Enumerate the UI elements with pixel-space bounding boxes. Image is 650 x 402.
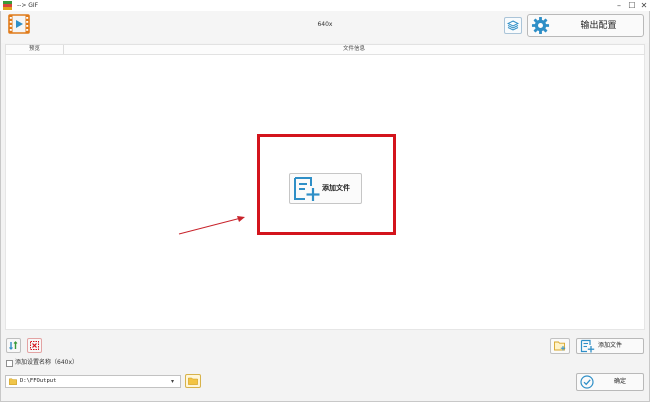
annotation-arrow	[178, 216, 245, 235]
add-file-small-icon	[580, 339, 595, 353]
add-setting-name-label: 添加设置名称（640x）	[15, 359, 79, 366]
add-folder-icon	[554, 341, 566, 351]
maximize-button[interactable]: ☐	[626, 0, 638, 11]
close-button[interactable]: ✕	[638, 0, 650, 11]
add-file-icon	[294, 177, 320, 201]
app-icon	[3, 1, 12, 10]
window-title: --> GIF	[17, 2, 39, 9]
layers-icon	[507, 20, 519, 31]
delete-icon	[30, 341, 39, 350]
folder-icon	[9, 378, 17, 385]
confirm-label: 确定	[613, 378, 626, 385]
output-path-value: D:\FFOutput	[20, 378, 57, 384]
minimize-button[interactable]: –	[613, 0, 625, 11]
column-header-file-info[interactable]: 文件信息	[64, 45, 644, 54]
open-folder-icon	[188, 377, 198, 385]
move-icon	[9, 341, 18, 350]
add-file-label: 添加文件	[322, 184, 350, 192]
add-file-bottom-label: 添加文件	[598, 342, 623, 349]
title-bar	[0, 0, 650, 11]
chevron-down-icon[interactable]: ▾	[171, 376, 174, 387]
output-config-label: 输出配置	[580, 21, 617, 31]
gear-icon	[531, 16, 550, 35]
column-header-preview[interactable]: 预览	[6, 45, 64, 54]
check-circle-icon	[580, 375, 594, 389]
add-setting-name-checkbox[interactable]	[6, 360, 13, 367]
